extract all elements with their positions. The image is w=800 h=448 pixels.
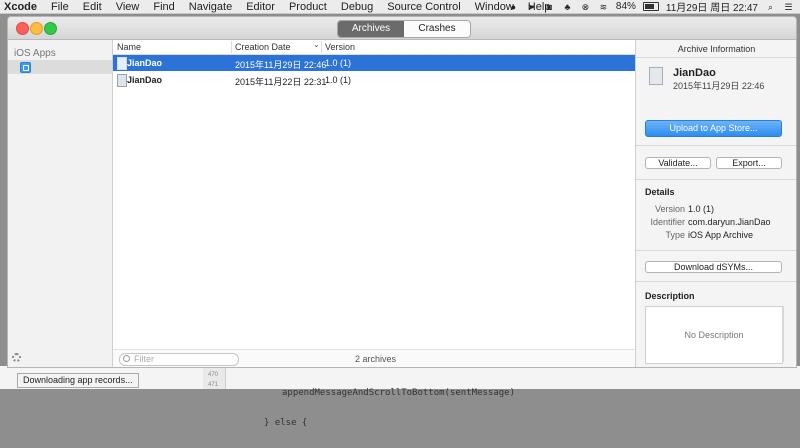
description-field[interactable]: No Description xyxy=(645,306,783,364)
divider xyxy=(636,57,796,58)
inspector-title: Archive Information xyxy=(677,44,756,54)
details-header: Details xyxy=(645,187,675,197)
camera-icon[interactable]: ◙ xyxy=(544,2,555,12)
validate-button[interactable]: Validate... xyxy=(645,157,711,169)
menu-view[interactable]: View xyxy=(116,1,140,13)
description-header: Description xyxy=(645,291,695,301)
divider xyxy=(636,281,796,282)
list-footer: Filter 2 archives xyxy=(113,349,635,367)
table-row[interactable]: JianDao 2015年11月22日 22:31 1.0 (1) xyxy=(113,72,635,88)
archive-icon xyxy=(649,67,663,85)
battery-percent: 84% xyxy=(615,1,636,12)
divider xyxy=(636,179,796,180)
sidebar-header: iOS Apps xyxy=(14,48,56,59)
archives-list: Name Creation Date ⌄ Version JianDao 201… xyxy=(113,40,635,367)
tab-crashes[interactable]: Crashes xyxy=(404,21,470,37)
menu-edit[interactable]: Edit xyxy=(83,1,102,13)
description-scrollbar[interactable] xyxy=(782,306,784,362)
menu-navigate[interactable]: Navigate xyxy=(189,1,232,13)
row-name: JianDao xyxy=(127,58,163,68)
app-icon xyxy=(20,62,31,73)
line-number: 470 xyxy=(208,372,219,378)
status-area: ● ➤ ◙ ♣ ⊗ ≋ 84% 11月29日 周日 22:47 ⌕ ☰ xyxy=(508,0,794,14)
evernote-icon[interactable]: ♣ xyxy=(562,2,573,12)
title-bar: Archives Crashes xyxy=(8,17,796,40)
menu-list-icon[interactable]: ☰ xyxy=(783,2,794,12)
menu-debug[interactable]: Debug xyxy=(341,1,373,13)
filter-placeholder: Filter xyxy=(134,354,154,364)
menu-editor[interactable]: Editor xyxy=(246,1,275,13)
tab-archives[interactable]: Archives xyxy=(338,21,404,37)
filter-icon xyxy=(123,355,130,362)
archive-icon xyxy=(117,74,127,87)
menu-file[interactable]: File xyxy=(51,1,69,13)
divider xyxy=(636,250,796,251)
table-row[interactable]: JianDao 2015年11月29日 22:46 1.0 (1) xyxy=(113,55,635,71)
archive-date: 2015年11月29日 22:46 xyxy=(673,81,765,91)
wifi-icon[interactable]: ≋ xyxy=(598,2,609,12)
search-icon[interactable]: ⌕ xyxy=(765,2,776,12)
detail-value: iOS App Archive xyxy=(688,230,754,240)
detail-key: Identifier xyxy=(650,217,685,227)
sidebar: iOS Apps xyxy=(8,40,113,367)
detail-key: Type xyxy=(665,230,685,240)
organizer-window: Archives Crashes iOS Apps Name Creation … xyxy=(7,16,797,368)
column-header: Name Creation Date ⌄ Version xyxy=(113,40,635,55)
upload-to-app-store-button[interactable]: Upload to App Store... xyxy=(645,120,782,137)
wechat-icon[interactable]: ● xyxy=(508,2,519,12)
status-tooltip: Downloading app records... xyxy=(17,373,139,388)
detail-key: Version xyxy=(654,204,685,214)
menu-find[interactable]: Find xyxy=(153,1,174,13)
close-button[interactable] xyxy=(16,22,29,35)
zoom-button[interactable] xyxy=(44,22,57,35)
menu-source-control[interactable]: Source Control xyxy=(387,1,460,13)
sidebar-item-app[interactable] xyxy=(8,60,112,74)
export-button[interactable]: Export... xyxy=(716,157,782,169)
archive-count: 2 archives xyxy=(355,354,397,364)
description-placeholder: No Description xyxy=(684,330,744,340)
column-creation-date[interactable]: Creation Date xyxy=(235,42,291,52)
archive-icon xyxy=(117,57,127,70)
code-text: appendMessageAndScrollToBottom(sentMessa… xyxy=(230,368,515,448)
minimize-button[interactable] xyxy=(30,22,43,35)
code-line: } else { xyxy=(264,418,308,428)
row-version: 1.0 (1) xyxy=(325,75,352,85)
view-switcher: Archives Crashes xyxy=(337,20,471,38)
column-divider[interactable] xyxy=(231,41,232,53)
menu-bar: Xcode File Edit View Find Navigate Edito… xyxy=(0,0,800,14)
loading-spinner-icon xyxy=(12,353,21,362)
column-version[interactable]: Version xyxy=(325,42,355,52)
line-number: 471 xyxy=(208,382,219,388)
divider xyxy=(636,145,796,146)
code-line: appendMessageAndScrollToBottom(sentMessa… xyxy=(282,388,515,398)
column-name[interactable]: Name xyxy=(117,42,141,52)
archive-inspector: Archive Information JianDao 2015年11月29日 … xyxy=(635,40,796,367)
row-date: 2015年11月29日 22:46 xyxy=(235,60,327,70)
row-version: 1.0 (1) xyxy=(325,58,352,68)
row-name: JianDao xyxy=(127,75,163,85)
column-divider[interactable] xyxy=(321,41,322,53)
send-icon[interactable]: ➤ xyxy=(526,2,537,12)
detail-value: 1.0 (1) xyxy=(688,204,715,214)
download-dsyms-button[interactable]: Download dSYMs... xyxy=(645,261,782,273)
filter-input[interactable]: Filter xyxy=(119,353,239,366)
detail-value: com.daryun.JianDao xyxy=(688,217,771,227)
menu-product[interactable]: Product xyxy=(289,1,327,13)
x-circle-icon[interactable]: ⊗ xyxy=(580,2,591,12)
row-date: 2015年11月22日 22:31 xyxy=(235,77,327,87)
sort-chevron-icon[interactable]: ⌄ xyxy=(313,40,320,49)
battery-icon[interactable] xyxy=(642,2,659,11)
line-number-gutter: 470 471 xyxy=(203,366,226,389)
menu-app-name[interactable]: Xcode xyxy=(4,1,37,13)
archive-name: JianDao xyxy=(673,67,716,79)
clock[interactable]: 11月29日 周日 22:47 xyxy=(666,0,758,14)
